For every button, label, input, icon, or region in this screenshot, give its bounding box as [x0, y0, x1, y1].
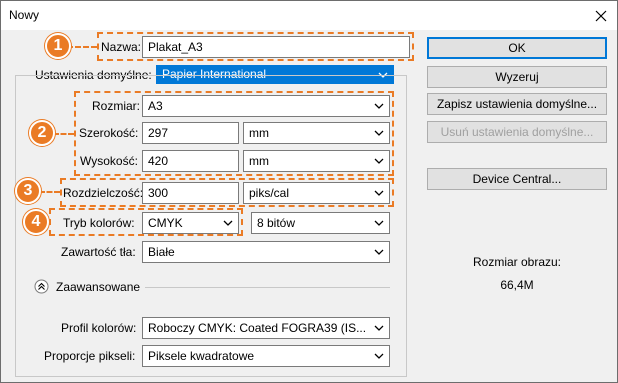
- device-central-button[interactable]: Device Central...: [427, 168, 607, 190]
- height-unit-select[interactable]: mm: [243, 150, 390, 172]
- chevron-down-icon: [374, 103, 384, 109]
- annotation-connector-3: [39, 191, 60, 193]
- advanced-divider: [145, 287, 390, 288]
- color-mode-select[interactable]: CMYK: [142, 212, 239, 234]
- resolution-label: Rozdzielczość:: [63, 186, 144, 200]
- name-label: Nazwa:: [101, 40, 142, 54]
- ok-button[interactable]: OK: [427, 37, 607, 59]
- height-label: Wysokość:: [80, 154, 138, 168]
- annotation-connector-1: [67, 46, 97, 48]
- title-bar: Nowy: [1, 1, 617, 30]
- width-input[interactable]: 297: [142, 122, 239, 144]
- annotation-badge-3: 3: [15, 178, 41, 204]
- color-profile-select[interactable]: Roboczy CMYK: Coated FOGRA39 (IS...: [142, 317, 390, 339]
- name-input[interactable]: Plakat_A3: [142, 36, 410, 58]
- advanced-label: Zaawansowane: [56, 280, 141, 294]
- chevron-down-icon: [374, 158, 384, 164]
- chevron-down-icon: [374, 249, 384, 255]
- chevron-down-icon: [374, 190, 384, 196]
- height-input[interactable]: 420: [142, 150, 239, 172]
- chevron-down-icon: [374, 353, 384, 359]
- pixel-aspect-select[interactable]: Piksele kwadratowe: [142, 345, 390, 367]
- size-label: Rozmiar:: [92, 99, 141, 113]
- expand-advanced-icon[interactable]: [34, 279, 49, 294]
- width-label: Szerokość:: [79, 126, 139, 140]
- background-select[interactable]: Białe: [142, 241, 390, 263]
- delete-preset-button[interactable]: Usuń ustawienia domyślne...: [427, 121, 607, 143]
- background-label: Zawartość tła:: [61, 245, 136, 259]
- resolution-input[interactable]: 300: [142, 182, 239, 204]
- color-profile-label: Profil kolorów:: [61, 321, 137, 335]
- annotation-badge-2: 2: [29, 120, 55, 146]
- size-select[interactable]: A3: [142, 95, 390, 117]
- bit-depth-select[interactable]: 8 bitów: [251, 212, 390, 234]
- chevron-down-icon: [374, 130, 384, 136]
- chevron-down-icon: [374, 325, 384, 331]
- window-title: Nowy: [9, 8, 40, 22]
- chevron-down-icon: [374, 220, 384, 226]
- close-icon[interactable]: [585, 1, 617, 30]
- annotation-badge-4: 4: [23, 209, 49, 235]
- save-preset-button[interactable]: Zapisz ustawienia domyślne...: [427, 93, 607, 115]
- image-size-value: 66,4M: [500, 278, 534, 292]
- reset-button[interactable]: Wyzeruj: [427, 66, 607, 88]
- pixel-aspect-label: Proporcje pikseli:: [44, 349, 136, 363]
- annotation-badge-1: 1: [45, 33, 71, 59]
- color-mode-label: Tryb kolorów:: [63, 216, 135, 230]
- new-document-dialog: Nowy Nazwa: Plakat_A3 Ustawienia domyśln…: [0, 0, 618, 383]
- annotation-connector-2: [53, 133, 74, 135]
- image-size-label: Rozmiar obrazu:: [472, 255, 562, 269]
- resolution-unit-select[interactable]: piks/cal: [243, 182, 390, 204]
- chevron-down-icon: [223, 220, 233, 226]
- width-unit-select[interactable]: mm: [243, 122, 390, 144]
